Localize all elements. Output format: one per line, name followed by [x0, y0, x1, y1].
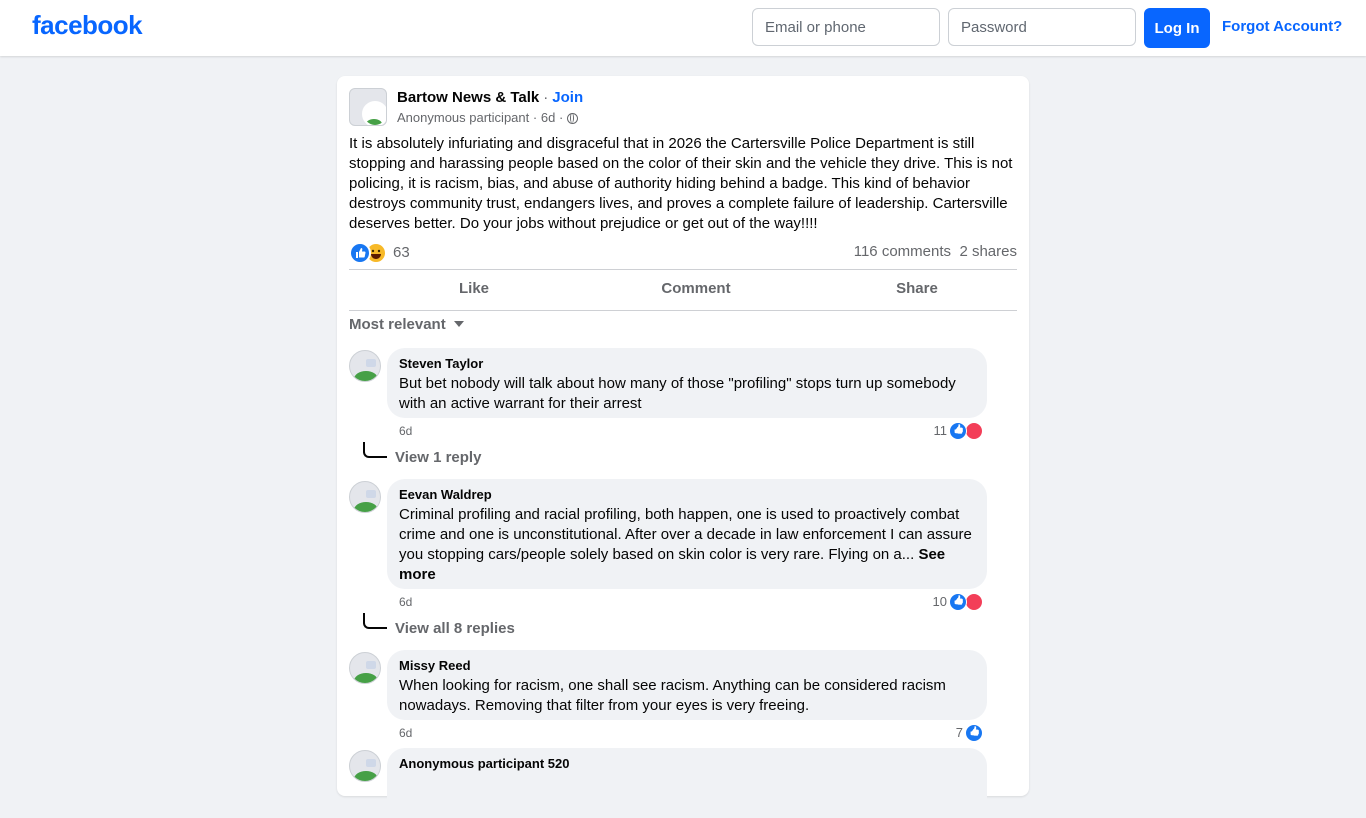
globe-icon [566, 113, 578, 124]
comment-bubble: Eevan Waldrep Criminal profiling and rac… [387, 479, 987, 589]
facebook-logo[interactable]: facebook [32, 10, 143, 41]
post-card: Bartow News & Talk · Join Anonymous partic… [337, 76, 1029, 818]
comments-count[interactable]: 116 comments [854, 243, 951, 260]
commenter-avatar[interactable] [349, 652, 381, 684]
comment-reactions[interactable]: 11 [897, 422, 987, 440]
separator-dot: · [543, 89, 549, 106]
view-replies-link[interactable]: View 1 reply [395, 449, 481, 466]
comment-reactions[interactable]: 10 [897, 593, 987, 611]
comment-bubble: Missy Reed When looking for racism, one … [387, 650, 987, 720]
like-reaction-icon [949, 422, 967, 440]
post-time[interactable]: 6d [541, 110, 555, 125]
password-input[interactable] [948, 8, 1136, 46]
like-reaction-icon [349, 242, 371, 264]
email-input[interactable] [752, 8, 940, 46]
reactions-summary: 63 116 comments 2 shares [349, 240, 1017, 264]
comment-bubble: Anonymous participant 520 [387, 748, 987, 818]
post-author: Anonymous participant [397, 110, 530, 125]
chevron-down-icon [453, 321, 464, 327]
like-reaction-icon [965, 724, 983, 742]
commenter-avatar[interactable] [349, 350, 381, 382]
reply-connector [363, 442, 387, 458]
comment-time[interactable]: 6d [399, 595, 412, 609]
commenter-name[interactable]: Steven Taylor [399, 356, 975, 372]
commenter-name[interactable]: Missy Reed [399, 658, 975, 674]
comment-button[interactable]: Comment [585, 272, 807, 306]
post-text: It is absolutely infuriating and disgrac… [349, 135, 1013, 232]
post-meta: Anonymous participant · 6d · [397, 110, 578, 125]
commenter-avatar[interactable] [349, 750, 381, 782]
share-button[interactable]: Share [806, 272, 1028, 306]
user-avatar-icon [362, 101, 386, 125]
comment-reactions[interactable]: 7 [897, 724, 987, 742]
join-group-link[interactable]: Join [552, 89, 583, 106]
love-reaction-icon [965, 422, 983, 440]
comment-reaction-count: 11 [933, 423, 948, 438]
like-reaction-icon [949, 593, 967, 611]
comment-reaction-count: 7 [955, 725, 963, 740]
reaction-count[interactable]: 63 [393, 244, 410, 261]
commenter-avatar[interactable] [349, 481, 381, 513]
comment-text: Criminal profiling and racial profiling,… [399, 505, 975, 585]
forgot-account-link[interactable]: Forgot Account? [1222, 18, 1342, 35]
commenter-name[interactable]: Eevan Waldrep [399, 487, 975, 503]
group-name-link[interactable]: Bartow News & Talk [397, 89, 539, 106]
commenter-name[interactable]: Anonymous participant 520 [399, 756, 975, 772]
comment-sort-dropdown[interactable]: Most relevant [349, 316, 464, 333]
top-navigation-bar: facebook Log In Forgot Account? [0, 0, 1366, 56]
comment-text: But bet nobody will talk about how many … [399, 375, 956, 412]
comment-text: When looking for racism, one shall see r… [399, 677, 946, 714]
reply-connector [363, 613, 387, 629]
comment-reaction-count: 10 [932, 594, 947, 609]
comment-time[interactable]: 6d [399, 726, 412, 740]
separator-dot: · [532, 110, 538, 125]
group-avatar[interactable] [349, 88, 387, 126]
comment-bubble: Steven Taylor But bet nobody will talk a… [387, 348, 987, 418]
group-name-row: Bartow News & Talk · Join [397, 89, 583, 106]
shares-count[interactable]: 2 shares [959, 243, 1017, 260]
comment-time[interactable]: 6d [399, 424, 412, 438]
like-button[interactable]: Like [363, 272, 585, 306]
sort-label: Most relevant [349, 316, 446, 333]
divider [349, 269, 1017, 270]
love-reaction-icon [965, 593, 983, 611]
view-replies-link[interactable]: View all 8 replies [395, 620, 515, 637]
separator-dot: · [558, 110, 564, 125]
login-button[interactable]: Log In [1144, 8, 1210, 48]
divider [349, 310, 1017, 311]
comment-text-body: Criminal profiling and racial profiling,… [399, 506, 972, 563]
